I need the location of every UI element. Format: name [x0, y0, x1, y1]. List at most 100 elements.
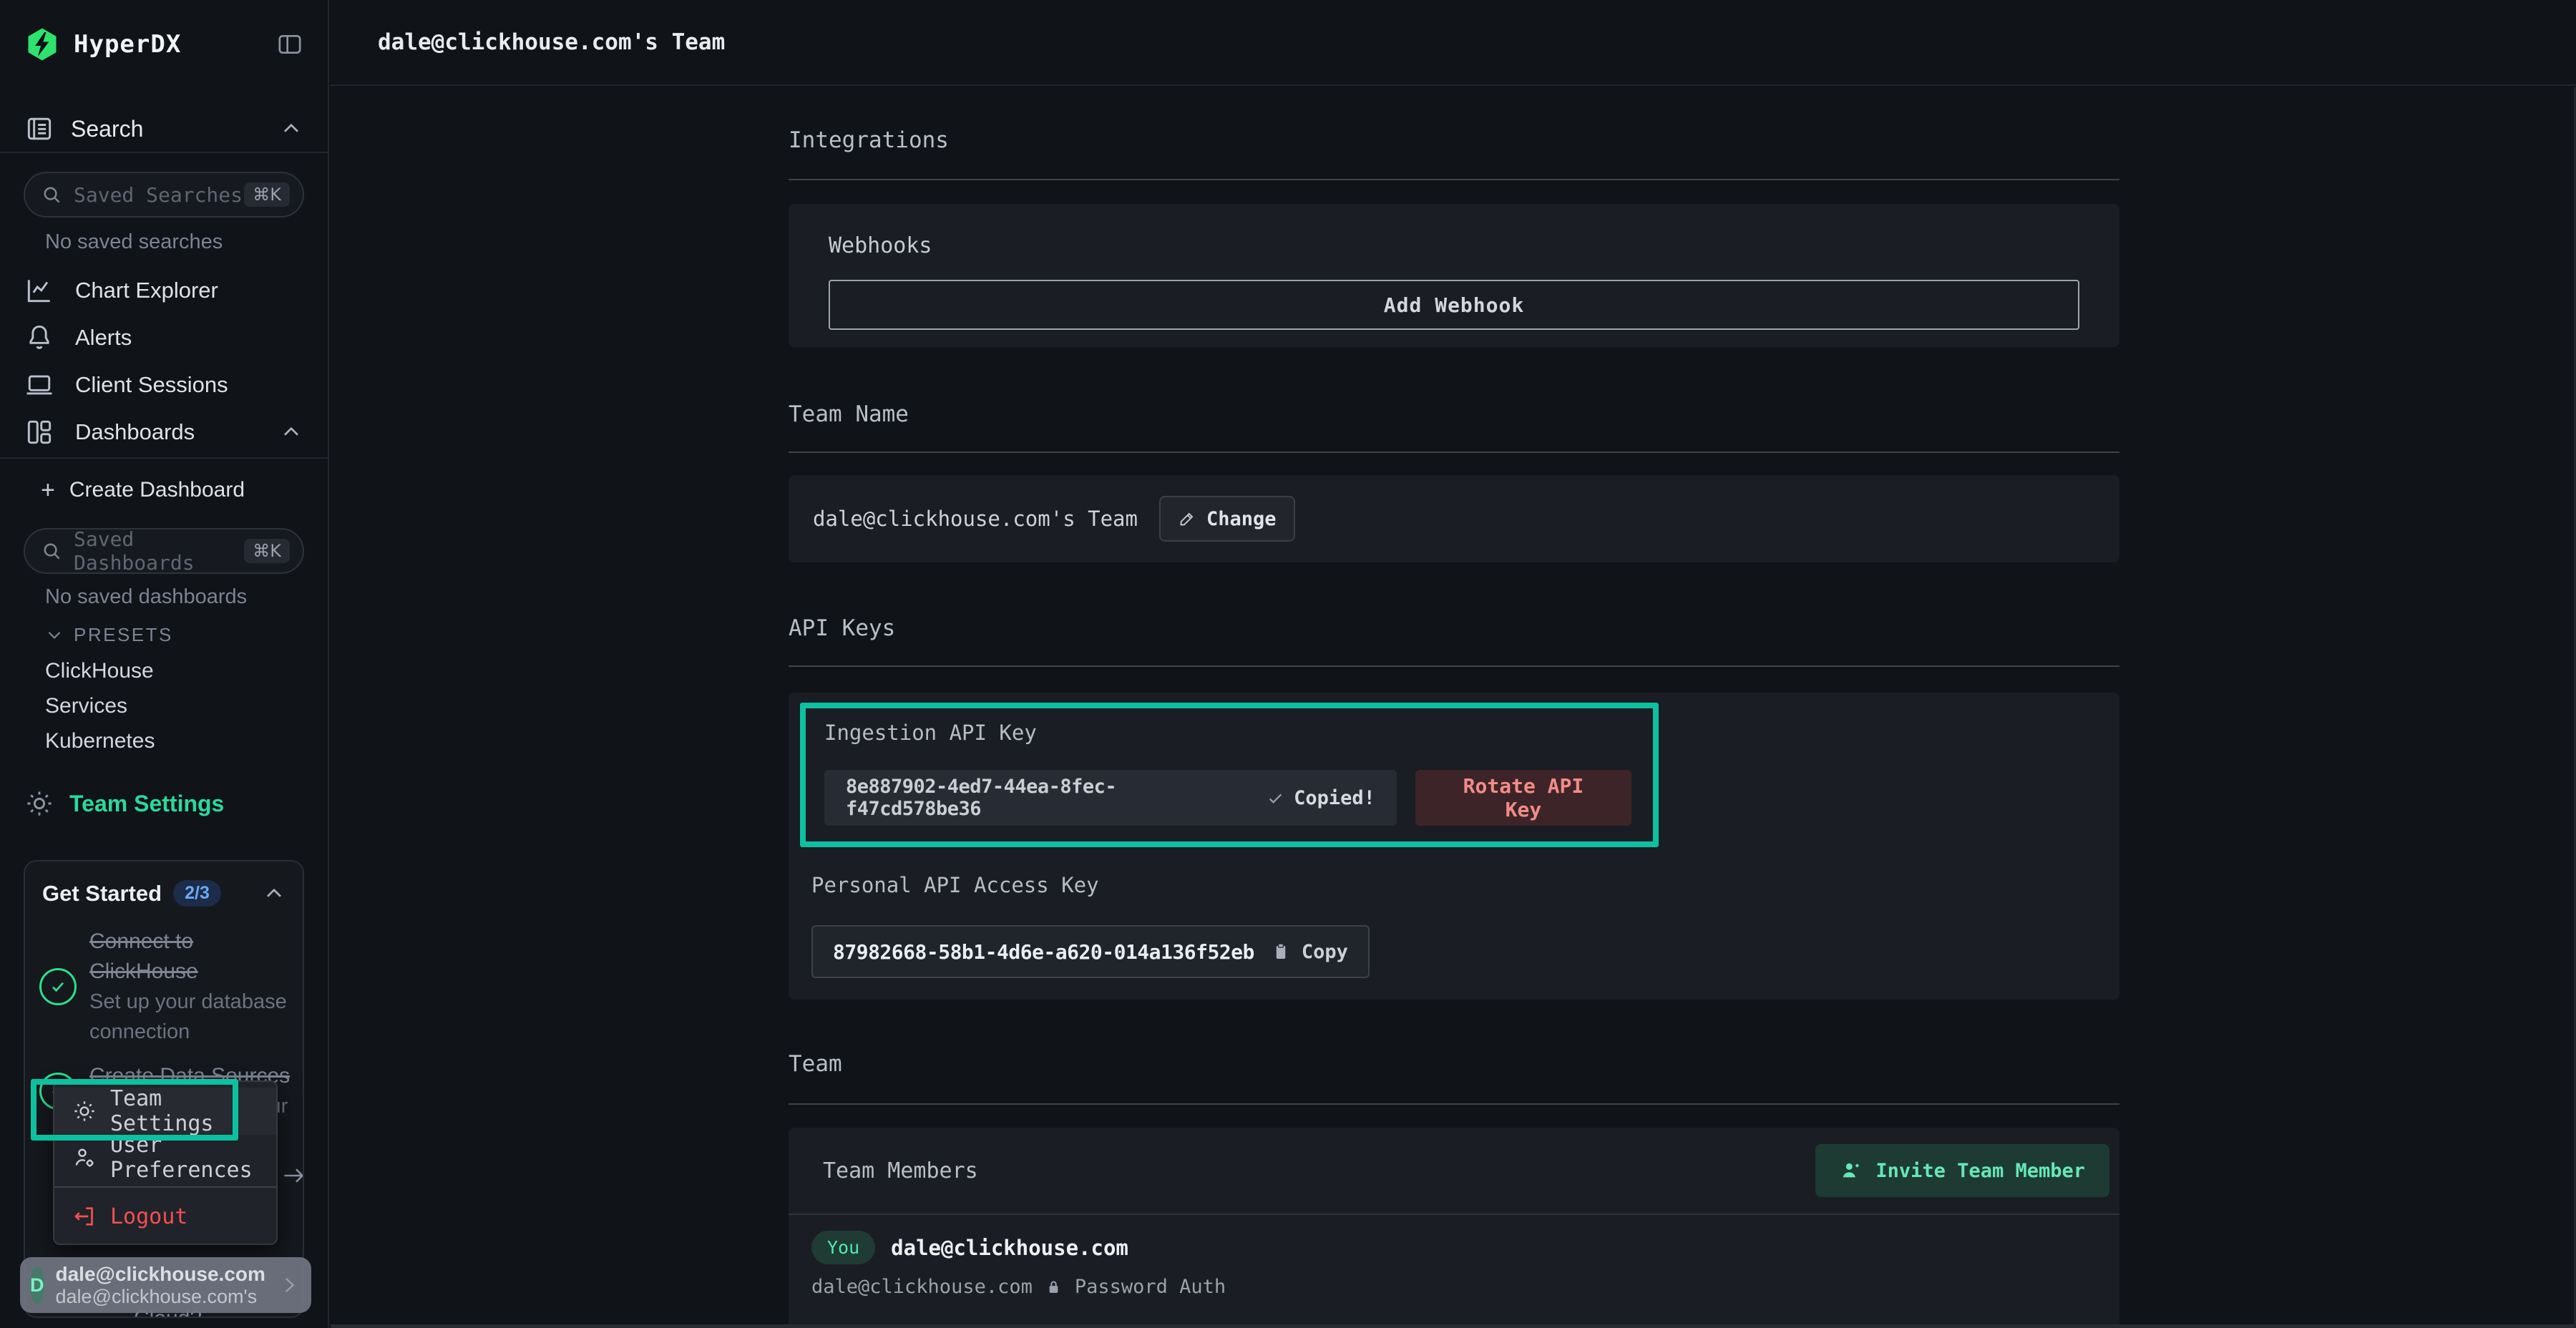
personal-key-value: 87982668-58b1-4d6e-a620-014a136f52eb [833, 940, 1254, 964]
sidebar-item-team-settings[interactable]: Team Settings [24, 780, 304, 827]
ingestion-key-pill[interactable]: 8e887902-4ed7-44ea-8fec-f47cd578be36 Cop… [824, 770, 1397, 826]
section-divider [789, 179, 2119, 180]
menu-item-logout[interactable]: Logout [54, 1193, 276, 1239]
member-email: dale@clickhouse.com [811, 1276, 1033, 1298]
preset-item-services[interactable]: Services [24, 688, 304, 723]
chevron-up-icon[interactable] [261, 881, 287, 907]
menu-item-label: Logout [110, 1204, 187, 1229]
get-started-title: Get Started [42, 881, 162, 907]
get-started-header[interactable]: Get Started 2/3 [25, 861, 303, 907]
user-chip-team: dale@clickhouse.com's [56, 1286, 265, 1308]
main-content: Integrations Webhooks Add Webhook Team N… [331, 87, 2576, 1328]
get-started-item-connect[interactable]: Connect to ClickHouse Set up your databa… [25, 927, 303, 1047]
menu-item-label: User Preferences [110, 1133, 276, 1183]
create-dashboard-button[interactable]: + Create Dashboard [24, 467, 304, 514]
sidebar-divider [0, 457, 328, 459]
sidebar-item-client-sessions[interactable]: Client Sessions [24, 361, 304, 409]
collapse-sidebar-icon[interactable] [275, 30, 304, 59]
search-icon [39, 539, 64, 563]
bell-icon [24, 322, 55, 353]
brand-name: HyperDX [74, 30, 181, 59]
sidebar-item-label: Alerts [75, 325, 132, 351]
menu-item-team-settings[interactable]: Team Settings [54, 1088, 276, 1135]
copy-button[interactable]: Copy [1270, 941, 1348, 963]
page-title: dale@clickhouse.com's Team [378, 29, 725, 55]
webhooks-card: Webhooks Add Webhook [789, 204, 2119, 347]
menu-divider [54, 1186, 276, 1188]
chevron-down-icon [44, 624, 65, 645]
search-icon [39, 182, 64, 207]
preset-list: ClickHouse Services Kubernetes [24, 653, 304, 758]
presets-toggle[interactable]: PRESETS [24, 620, 304, 649]
sidebar-item-dashboards[interactable]: Dashboards [24, 409, 304, 456]
sidebar-item-label: Client Sessions [75, 372, 228, 398]
rotate-api-key-button[interactable]: Rotate API Key [1415, 770, 1631, 826]
gear-icon [24, 788, 55, 819]
personal-api-key-label: Personal API Access Key [811, 872, 2119, 898]
team-settings-label: Team Settings [69, 791, 224, 817]
saved-searches-placeholder: Saved Searches [74, 183, 243, 207]
annotation-highlight-ingestion-key: Ingestion API Key 8e887902-4ed7-44ea-8fe… [800, 703, 1659, 847]
person-plus-icon [1840, 1159, 1863, 1182]
section-divider [789, 1103, 2119, 1105]
get-started-progress-badge: 2/3 [173, 880, 221, 907]
sidebar: HyperDX Search Saved Searches ⌘K No save… [0, 0, 329, 1328]
team-name-value: dale@clickhouse.com's Team [813, 507, 1138, 531]
check-circle-icon [39, 968, 77, 1005]
ingestion-api-key-label: Ingestion API Key [824, 720, 1631, 746]
dashboards-icon [24, 416, 55, 448]
sidebar-nav: Chart Explorer Alerts Client Sessions Da… [24, 267, 304, 456]
ingestion-key-value: 8e887902-4ed7-44ea-8fec-f47cd578be36 [846, 776, 1247, 820]
member-name: dale@clickhouse.com [891, 1236, 1128, 1260]
team-name-card: dale@clickhouse.com's Team Change [789, 475, 2119, 562]
clipboard-icon [1270, 941, 1292, 962]
personal-key-pill[interactable]: 87982668-58b1-4d6e-a620-014a136f52eb Cop… [811, 925, 1370, 978]
brand-row: HyperDX [24, 23, 304, 66]
api-keys-heading: API Keys [789, 615, 2119, 641]
sidebar-section-search[interactable]: Search [24, 107, 304, 150]
get-started-item-desc: Set up your database connection [89, 987, 293, 1047]
sidebar-item-chart-explorer[interactable]: Chart Explorer [24, 267, 304, 314]
saved-dashboards-input[interactable]: Saved Dashboards ⌘K [24, 528, 304, 574]
preset-item-clickhouse[interactable]: ClickHouse [24, 653, 304, 688]
member-identity: You dale@clickhouse.com [811, 1231, 2085, 1264]
invite-team-member-button[interactable]: Invite Team Member [1815, 1144, 2109, 1197]
create-dashboard-label: Create Dashboard [69, 478, 245, 502]
get-started-item-title: Connect to ClickHouse [89, 929, 198, 983]
hyperdx-logo-icon [24, 26, 61, 63]
user-chip[interactable]: D dale@clickhouse.com dale@clickhouse.co… [20, 1257, 311, 1313]
webhooks-title: Webhooks [829, 233, 2079, 260]
change-team-name-button[interactable]: Change [1159, 496, 1295, 542]
presets-label: PRESETS [74, 624, 173, 646]
search-section-icon [24, 113, 55, 145]
member-details: dale@clickhouse.com Password Auth [811, 1276, 2085, 1298]
change-button-label: Change [1206, 508, 1277, 530]
plus-icon: + [41, 477, 55, 504]
member-auth-method: Password Auth [1075, 1276, 1226, 1298]
saved-searches-input[interactable]: Saved Searches ⌘K [24, 172, 304, 218]
pencil-icon [1178, 509, 1196, 528]
preset-item-kubernetes[interactable]: Kubernetes [24, 723, 304, 758]
sidebar-item-label: Dashboards [75, 419, 195, 445]
lock-icon [1044, 1277, 1063, 1297]
user-gear-icon [72, 1145, 97, 1171]
integrations-heading: Integrations [789, 127, 2119, 153]
chevron-up-icon[interactable] [278, 419, 304, 445]
no-saved-dashboards-note: No saved dashboards [24, 585, 304, 609]
sidebar-divider [0, 152, 328, 153]
saved-dashboards-placeholder: Saved Dashboards [74, 527, 244, 575]
topbar: dale@clickhouse.com's Team [331, 0, 2576, 86]
sidebar-item-alerts[interactable]: Alerts [24, 314, 304, 361]
menu-item-user-preferences[interactable]: User Preferences [54, 1135, 276, 1181]
check-icon [1266, 788, 1285, 808]
chevron-up-icon[interactable] [278, 116, 304, 142]
menu-item-label: Team Settings [110, 1086, 276, 1136]
section-divider [789, 665, 2119, 667]
settings-container: Integrations Webhooks Add Webhook Team N… [789, 127, 2119, 1328]
you-badge: You [811, 1231, 875, 1264]
add-webhook-button[interactable]: Add Webhook [829, 280, 2079, 330]
copied-label: Copied! [1294, 787, 1375, 809]
api-keys-card: Ingestion API Key 8e887902-4ed7-44ea-8fe… [789, 693, 2119, 1000]
search-section-label: Search [71, 116, 143, 142]
horizontal-scrollbar[interactable] [331, 1324, 2576, 1328]
